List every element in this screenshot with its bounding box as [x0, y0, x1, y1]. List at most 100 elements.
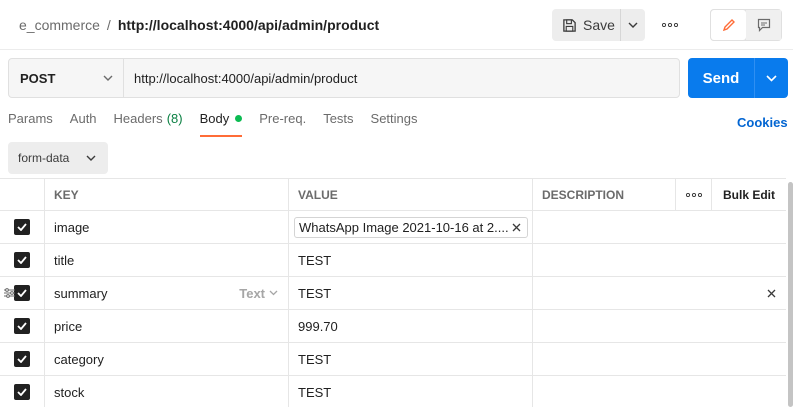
- row-checkbox-cell: [0, 277, 45, 309]
- row-description[interactable]: [533, 244, 786, 276]
- tab-settings[interactable]: Settings: [371, 111, 418, 137]
- key-text: summary: [54, 285, 108, 301]
- edit-mode-button[interactable]: [711, 10, 746, 40]
- table-header-row: KEY VALUE DESCRIPTION Bulk Edit: [0, 178, 786, 211]
- row-checkbox[interactable]: [14, 318, 30, 334]
- row-value[interactable]: TEST: [289, 277, 533, 309]
- row-key[interactable]: stock: [45, 376, 289, 407]
- row-value[interactable]: TEST: [289, 244, 533, 276]
- tab-pre-request[interactable]: Pre-req.: [259, 111, 306, 137]
- check-icon: [17, 355, 27, 363]
- drag-handle-icon[interactable]: [4, 288, 15, 298]
- breadcrumb-separator: /: [106, 17, 111, 33]
- key-text: price: [54, 318, 83, 334]
- body-type-label: form-data: [18, 151, 70, 165]
- table-row: image WhatsApp Image 2021-10-16 at 2....: [0, 211, 786, 244]
- key-type-label: Text: [239, 285, 265, 301]
- form-data-table: KEY VALUE DESCRIPTION Bulk Edit image Wh…: [0, 178, 786, 407]
- more-icon: [685, 192, 702, 197]
- header-key: KEY: [45, 179, 289, 210]
- check-icon: [17, 223, 27, 231]
- tab-label: Settings: [370, 111, 418, 126]
- row-description[interactable]: [533, 376, 786, 407]
- tab-label: Params: [8, 111, 53, 126]
- save-button-group: Save: [552, 9, 645, 41]
- method-select[interactable]: POST: [9, 59, 124, 97]
- check-icon: [17, 388, 27, 396]
- tab-label: Auth: [69, 111, 97, 126]
- tab-auth[interactable]: Auth: [70, 111, 97, 137]
- row-checkbox[interactable]: [14, 384, 30, 400]
- save-label: Save: [583, 17, 615, 33]
- row-key[interactable]: category: [45, 343, 289, 375]
- save-options-button[interactable]: [620, 9, 645, 41]
- breadcrumb-request-name[interactable]: http://localhost:4000/api/admin/product: [118, 17, 379, 33]
- key-type-select[interactable]: Text: [239, 286, 278, 301]
- row-checkbox[interactable]: [14, 351, 30, 367]
- row-description[interactable]: [533, 310, 786, 342]
- comment-icon: [757, 18, 770, 32]
- check-icon: [17, 256, 27, 264]
- row-description[interactable]: [533, 343, 786, 375]
- row-checkbox-cell: [0, 244, 45, 276]
- row-description[interactable]: [533, 211, 786, 243]
- row-key[interactable]: title: [45, 244, 289, 276]
- tab-headers[interactable]: Headers (8): [114, 111, 183, 137]
- row-checkbox[interactable]: [14, 252, 30, 268]
- more-icon: [662, 23, 678, 27]
- chevron-down-icon: [628, 22, 638, 28]
- comments-mode-button[interactable]: [746, 10, 781, 40]
- view-mode-toggle: [710, 9, 782, 41]
- key-text: title: [54, 252, 75, 268]
- chevron-down-icon: [103, 75, 113, 81]
- breadcrumb-collection[interactable]: e_commerce: [19, 17, 100, 33]
- tab-params[interactable]: Params: [8, 111, 53, 137]
- body-indicator-dot: [235, 115, 243, 122]
- close-icon[interactable]: [512, 223, 521, 232]
- method-label: POST: [20, 70, 56, 86]
- key-text: category: [54, 351, 104, 367]
- tab-label: Body: [199, 111, 230, 126]
- delete-row-icon[interactable]: [767, 289, 776, 298]
- vertical-scrollbar[interactable]: [788, 182, 793, 407]
- tab-label: Pre-req.: [259, 111, 307, 126]
- send-button[interactable]: Send: [688, 58, 754, 98]
- cookies-link[interactable]: Cookies: [737, 115, 788, 130]
- tab-tests[interactable]: Tests: [323, 111, 353, 137]
- row-checkbox[interactable]: [14, 285, 30, 301]
- file-chip: WhatsApp Image 2021-10-16 at 2....: [294, 216, 528, 238]
- body-type-select[interactable]: form-data: [8, 142, 108, 174]
- table-row: summary Text TEST: [0, 277, 786, 310]
- key-text: stock: [54, 384, 85, 400]
- row-checkbox-cell: [0, 343, 45, 375]
- request-header: e_commerce / http://localhost:4000/api/a…: [0, 0, 793, 50]
- row-value[interactable]: 999.70: [289, 310, 533, 342]
- save-button[interactable]: Save: [552, 9, 620, 41]
- row-key[interactable]: summary Text: [45, 277, 289, 309]
- row-description[interactable]: [533, 277, 786, 309]
- more-actions-button[interactable]: [659, 16, 681, 34]
- table-row: price 999.70: [0, 310, 786, 343]
- row-checkbox-cell: [0, 211, 45, 243]
- row-checkbox[interactable]: [14, 219, 30, 235]
- bulk-edit-button[interactable]: Bulk Edit: [712, 179, 786, 210]
- headers-count: (8): [166, 111, 183, 126]
- row-checkbox-cell: [0, 376, 45, 407]
- pencil-icon: [722, 19, 735, 32]
- header-check-cell: [0, 179, 45, 210]
- row-value[interactable]: TEST: [289, 376, 533, 407]
- send-options-button[interactable]: [754, 58, 788, 98]
- column-options-button[interactable]: [676, 179, 712, 210]
- chevron-down-icon: [766, 74, 777, 82]
- row-key[interactable]: price: [45, 310, 289, 342]
- tab-label: Tests: [323, 111, 354, 126]
- header-description: DESCRIPTION: [533, 179, 676, 210]
- url-input[interactable]: [124, 59, 679, 97]
- breadcrumb: e_commerce / http://localhost:4000/api/a…: [19, 17, 379, 33]
- row-key[interactable]: image: [45, 211, 289, 243]
- row-value[interactable]: TEST: [289, 343, 533, 375]
- file-name: WhatsApp Image 2021-10-16 at 2....: [299, 219, 509, 235]
- row-checkbox-cell: [0, 310, 45, 342]
- row-value[interactable]: WhatsApp Image 2021-10-16 at 2....: [289, 211, 533, 243]
- tab-body[interactable]: Body: [199, 111, 243, 137]
